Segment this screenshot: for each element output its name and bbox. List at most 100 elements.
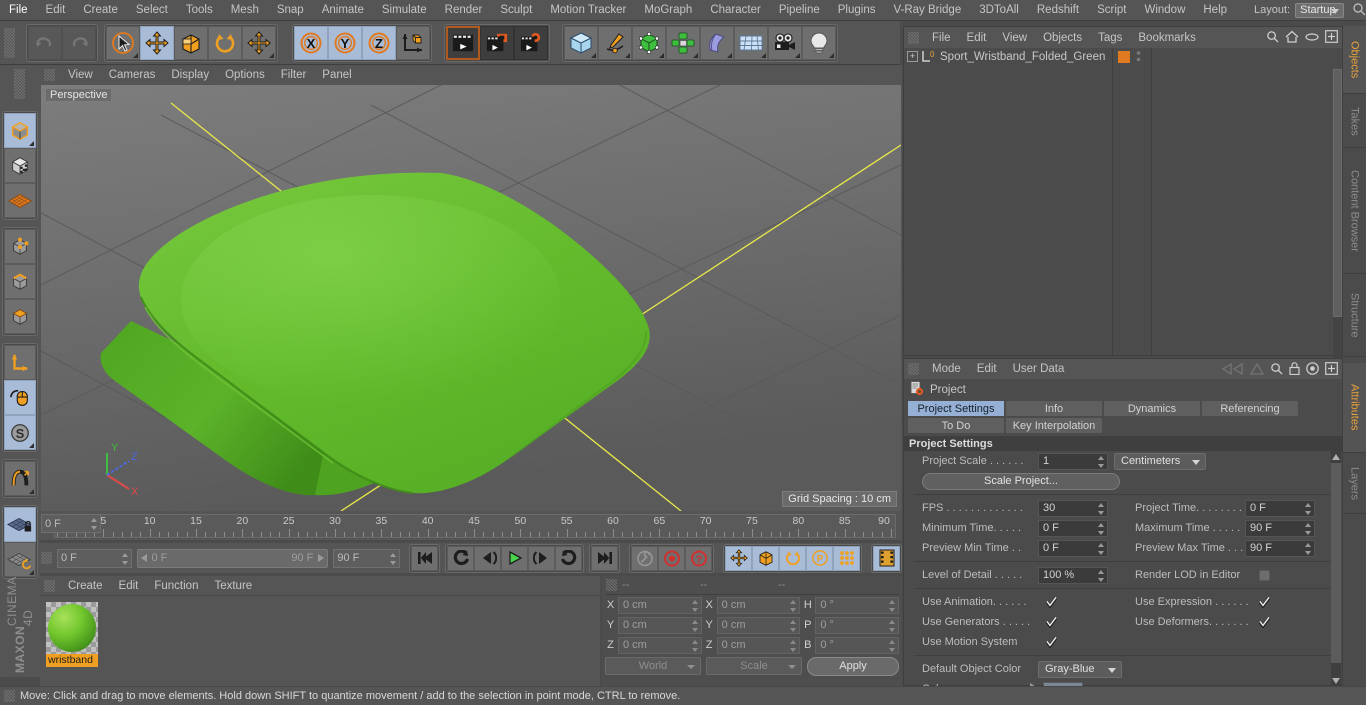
material-menu-texture[interactable]: Texture bbox=[206, 576, 260, 596]
attribute-value-field[interactable]: 0 F bbox=[1245, 499, 1315, 517]
viewport-gripper[interactable] bbox=[44, 69, 55, 81]
apply-button[interactable]: Apply bbox=[807, 656, 899, 676]
project-scale-field[interactable]: 1 bbox=[1038, 452, 1108, 472]
coord-size-field[interactable]: 0 cm bbox=[716, 636, 801, 654]
object-manager-scrollbar[interactable] bbox=[1333, 69, 1342, 376]
spinner-icon[interactable] bbox=[1097, 569, 1105, 586]
attribute-value-field[interactable]: 30 bbox=[1038, 499, 1108, 517]
project-scale-unit-select[interactable]: Centimeters bbox=[1114, 452, 1206, 470]
material-menu-edit[interactable]: Edit bbox=[111, 576, 147, 596]
menu-3dtoall[interactable]: 3DToAll bbox=[970, 0, 1028, 20]
preview-range-bar[interactable]: 0 F 90 F bbox=[136, 548, 329, 568]
search-icon[interactable] bbox=[1352, 2, 1366, 19]
spinner-icon[interactable] bbox=[691, 599, 699, 616]
scale-button[interactable] bbox=[174, 25, 208, 60]
record-rotation-button[interactable] bbox=[779, 545, 806, 571]
expand-panel-icon[interactable] bbox=[1325, 362, 1338, 378]
scrollbar-thumb[interactable] bbox=[1331, 463, 1341, 663]
menu-window[interactable]: Window bbox=[1135, 0, 1194, 20]
status-bar-gripper[interactable] bbox=[4, 690, 15, 702]
spinner-icon[interactable] bbox=[1097, 455, 1105, 472]
attributes-scrollbar[interactable] bbox=[1331, 451, 1341, 685]
coordinate-mode-select[interactable]: Scale bbox=[706, 657, 802, 675]
transport-gripper[interactable] bbox=[41, 552, 52, 564]
spinner-icon[interactable] bbox=[888, 619, 896, 636]
range-left-arrow-icon[interactable]: 0 F bbox=[140, 552, 167, 564]
coord-rot-field[interactable]: 0 ° bbox=[815, 596, 900, 616]
expand-toggle-icon[interactable]: + bbox=[907, 51, 918, 62]
autokey-button[interactable]: ? bbox=[685, 545, 712, 571]
coordinate-system-select[interactable]: World bbox=[605, 657, 701, 675]
spinner-icon[interactable] bbox=[789, 599, 797, 616]
play-button[interactable] bbox=[501, 545, 528, 571]
attribute-value-field[interactable]: 90 F bbox=[1245, 519, 1315, 537]
workplane-lock-button[interactable] bbox=[4, 507, 36, 542]
record-position-button[interactable] bbox=[725, 545, 752, 571]
viewport-menu-options[interactable]: Options bbox=[217, 65, 273, 85]
object-menu-tags[interactable]: Tags bbox=[1090, 28, 1130, 48]
render-settings-button[interactable] bbox=[514, 25, 548, 60]
viewport-menu-filter[interactable]: Filter bbox=[273, 65, 315, 85]
material-menu-function[interactable]: Function bbox=[146, 576, 206, 596]
attributes-menu-edit[interactable]: Edit bbox=[969, 359, 1005, 379]
vertical-tab-content-browser[interactable]: Content Browser bbox=[1343, 148, 1366, 275]
spinner-icon[interactable] bbox=[90, 517, 98, 531]
attribute-value-field[interactable]: 0 F bbox=[1038, 539, 1108, 559]
polygons-mode-button[interactable] bbox=[4, 299, 36, 334]
vertical-tab-attributes[interactable]: Attributes bbox=[1343, 363, 1366, 454]
spinner-icon[interactable] bbox=[691, 619, 699, 636]
object-manager-tree[interactable]: + 0 Sport_Wristband_Folded_Green bbox=[904, 48, 1342, 376]
add-scene-button[interactable] bbox=[734, 25, 768, 60]
checkbox-checked[interactable] bbox=[1258, 616, 1271, 628]
expand-panel-icon[interactable] bbox=[1325, 30, 1338, 46]
viewport-perspective-label[interactable]: Perspective bbox=[45, 88, 113, 102]
menu-redshift[interactable]: Redshift bbox=[1028, 0, 1088, 20]
coordinates-gripper[interactable] bbox=[606, 579, 617, 591]
spinner-icon[interactable] bbox=[691, 639, 699, 656]
object-axis-button[interactable] bbox=[4, 345, 36, 380]
menu-mograph[interactable]: MoGraph bbox=[635, 0, 701, 20]
tab-to-do[interactable]: To Do bbox=[908, 418, 1004, 433]
object-name-label[interactable]: Sport_Wristband_Folded_Green bbox=[940, 51, 1105, 63]
add-light-button[interactable] bbox=[802, 25, 836, 60]
target-icon[interactable] bbox=[1306, 362, 1319, 378]
menu-character[interactable]: Character bbox=[701, 0, 770, 20]
spinner-icon[interactable] bbox=[1097, 542, 1105, 559]
z-axis-lock-button[interactable]: Z bbox=[362, 25, 396, 60]
points-mode-button[interactable] bbox=[4, 229, 36, 264]
object-menu-edit[interactable]: Edit bbox=[959, 28, 995, 48]
step-forward-button[interactable] bbox=[528, 545, 555, 571]
spinner-icon[interactable] bbox=[888, 639, 896, 656]
vertical-tab-structure[interactable]: Structure bbox=[1343, 274, 1366, 358]
viewport-menu-view[interactable]: View bbox=[60, 65, 101, 85]
edges-mode-button[interactable] bbox=[4, 264, 36, 299]
undo-button[interactable] bbox=[28, 25, 62, 60]
enable-axis-modification-button[interactable] bbox=[4, 380, 36, 415]
record-scale-button[interactable] bbox=[752, 545, 779, 571]
coord-rot-field[interactable]: 0 ° bbox=[815, 636, 900, 656]
add-generator-button[interactable] bbox=[632, 25, 666, 60]
left-toolbar-gripper[interactable] bbox=[14, 69, 25, 99]
spinner-icon[interactable] bbox=[1304, 542, 1312, 559]
layout-select[interactable]: Startup bbox=[1295, 2, 1344, 18]
record-pla-button[interactable] bbox=[833, 545, 860, 571]
checkbox-checked[interactable] bbox=[1045, 616, 1058, 628]
add-mograph-button[interactable] bbox=[666, 25, 700, 60]
add-deformer-button[interactable] bbox=[700, 25, 734, 60]
workplane-reset-button[interactable] bbox=[4, 542, 36, 577]
record-parameter-button[interactable]: P bbox=[806, 545, 833, 571]
menu-mesh[interactable]: Mesh bbox=[222, 0, 268, 20]
coord-rot-field[interactable]: 0 ° bbox=[815, 616, 900, 636]
lock-icon[interactable] bbox=[1289, 362, 1300, 378]
texture-mode-button[interactable] bbox=[4, 148, 36, 183]
menu-tools[interactable]: Tools bbox=[177, 0, 222, 20]
spinner-icon[interactable] bbox=[888, 599, 896, 616]
material-manager-gripper[interactable] bbox=[44, 579, 55, 592]
range-right-arrow-icon[interactable]: 90 F bbox=[291, 552, 325, 564]
current-frame-field[interactable]: 0 F bbox=[57, 548, 132, 568]
scale-project-button[interactable]: Scale Project... bbox=[922, 472, 1120, 490]
go-to-start-button[interactable] bbox=[411, 545, 438, 571]
viewport-3d[interactable]: Perspective Grid Spacing : 10 cm Y X Z bbox=[41, 85, 901, 511]
add-camera-button[interactable] bbox=[768, 25, 802, 60]
coord-size-field[interactable]: 0 cm bbox=[716, 596, 801, 616]
